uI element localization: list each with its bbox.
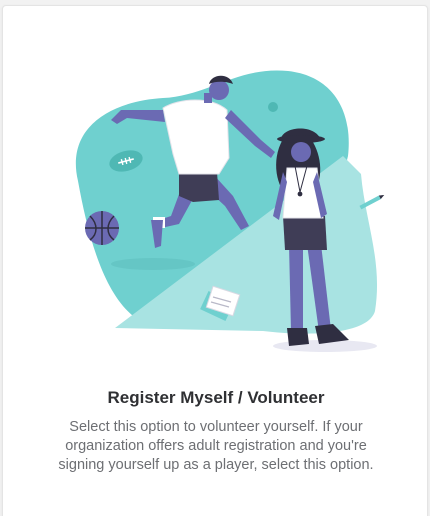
basketball-icon (85, 211, 119, 245)
option-title: Register Myself / Volunteer (107, 388, 325, 407)
athlete-and-volunteer-illustration (75, 70, 385, 352)
small-ball-icon (268, 102, 278, 112)
ground-shadow (111, 258, 195, 270)
option-description: Select this option to volunteer yourself… (58, 419, 374, 473)
register-myself-option-card[interactable]: Register Myself / Volunteer Select this … (2, 5, 428, 516)
